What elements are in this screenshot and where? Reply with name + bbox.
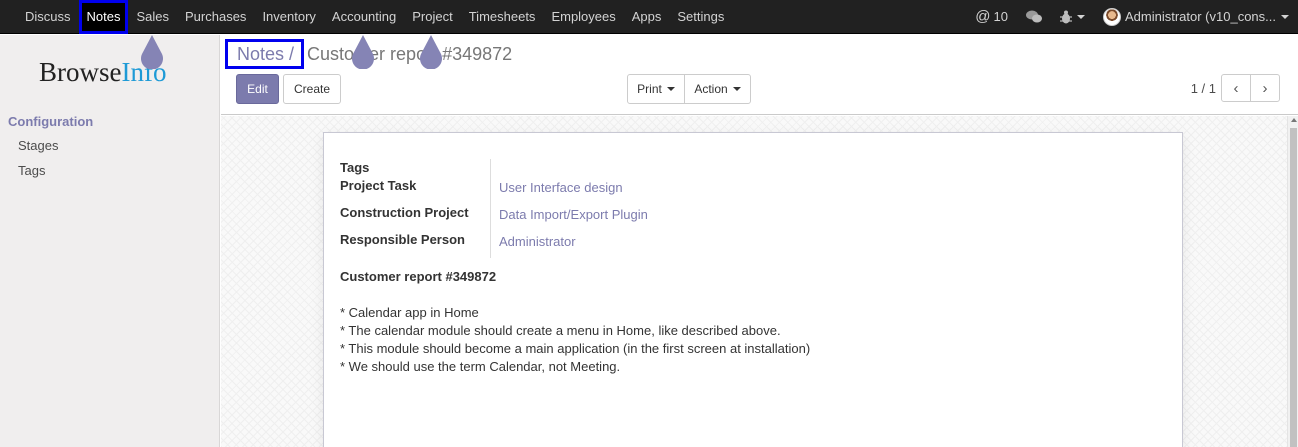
droplet-marker-icon <box>352 35 374 69</box>
systray: @ 10 Administrator (v10_cons... <box>966 0 1298 34</box>
field-label-construction-project: Construction Project <box>340 205 469 220</box>
field-label-project-task: Project Task <box>340 178 417 193</box>
field-value-project-task[interactable]: User Interface design <box>499 180 623 195</box>
mentions-count: 10 <box>993 9 1008 24</box>
sidebar: BrowseInfo Configuration Stages Tags <box>0 35 220 447</box>
note-line: * The calendar module should create a me… <box>340 323 781 338</box>
form-sheet: Tags Project Task User Interface design … <box>323 132 1183 447</box>
breadcrumb-notes-link[interactable]: Notes / <box>225 39 305 69</box>
menu-settings[interactable]: Settings <box>669 0 732 34</box>
edit-button[interactable]: Edit <box>236 74 279 104</box>
user-menu[interactable]: Administrator (v10_cons... <box>1094 0 1298 34</box>
control-panel: Notes / Customer report #349872 Edit Cre… <box>221 35 1298 115</box>
note-title: Customer report #349872 <box>340 269 497 284</box>
sidebar-item-stages[interactable]: Stages <box>18 138 58 153</box>
create-button[interactable]: Create <box>283 74 341 104</box>
action-button[interactable]: Action <box>684 74 751 104</box>
at-icon: @ <box>975 8 991 25</box>
droplet-marker-icon <box>141 35 163 69</box>
droplet-marker-icon <box>420 35 442 69</box>
pager-previous-button[interactable]: ‹ <box>1221 74 1251 102</box>
menu-timesheets[interactable]: Timesheets <box>461 0 544 34</box>
menu-purchases[interactable]: Purchases <box>177 0 254 34</box>
field-value-responsible-person[interactable]: Administrator <box>499 234 576 249</box>
scroll-up-arrow-icon[interactable] <box>1291 118 1297 122</box>
print-button[interactable]: Print <box>627 74 685 104</box>
messages-button[interactable] <box>1017 0 1051 34</box>
chevron-down-icon <box>1076 15 1085 19</box>
top-navbar: Discuss Notes Sales Purchases Inventory … <box>0 0 1298 34</box>
pager-next-button[interactable]: › <box>1250 74 1280 102</box>
mentions-button[interactable]: @ 10 <box>966 0 1017 34</box>
chevron-down-icon <box>1281 15 1289 19</box>
bug-icon <box>1059 10 1072 24</box>
pager-value: 1 / 1 <box>1190 81 1216 96</box>
chevron-down-icon <box>666 87 675 91</box>
user-name: Administrator (v10_cons... <box>1124 9 1276 24</box>
note-line: * This module should become a main appli… <box>340 341 811 356</box>
app-menu: Discuss Notes Sales Purchases Inventory … <box>17 0 732 34</box>
avatar <box>1102 8 1121 26</box>
menu-inventory[interactable]: Inventory <box>254 0 323 34</box>
sidebar-section-configuration[interactable]: Configuration <box>8 114 93 129</box>
menu-employees[interactable]: Employees <box>543 0 623 34</box>
field-label-responsible-person: Responsible Person <box>340 232 465 247</box>
menu-project[interactable]: Project <box>404 0 460 34</box>
scrollbar[interactable] <box>1287 116 1298 447</box>
debug-menu-button[interactable] <box>1051 0 1094 34</box>
chevron-right-icon: › <box>1262 79 1268 97</box>
field-value-construction-project[interactable]: Data Import/Export Plugin <box>499 207 648 222</box>
scrollbar-thumb[interactable] <box>1290 128 1297 447</box>
menu-discuss[interactable]: Discuss <box>17 0 79 34</box>
field-label-tags: Tags <box>340 160 370 175</box>
chevron-down-icon <box>732 87 741 91</box>
menu-accounting[interactable]: Accounting <box>324 0 404 34</box>
sidebar-item-tags[interactable]: Tags <box>18 163 45 178</box>
field-divider <box>490 159 491 258</box>
chevron-left-icon: ‹ <box>1233 79 1239 97</box>
menu-apps[interactable]: Apps <box>624 0 670 34</box>
note-line: * We should use the term Calendar, not M… <box>340 359 621 374</box>
chat-icon <box>1025 10 1042 23</box>
breadcrumb-current: Customer report #349872 <box>307 43 513 64</box>
note-line: * Calendar app in Home <box>340 305 479 320</box>
menu-sales[interactable]: Sales <box>128 0 177 34</box>
menu-notes[interactable]: Notes <box>78 0 129 34</box>
